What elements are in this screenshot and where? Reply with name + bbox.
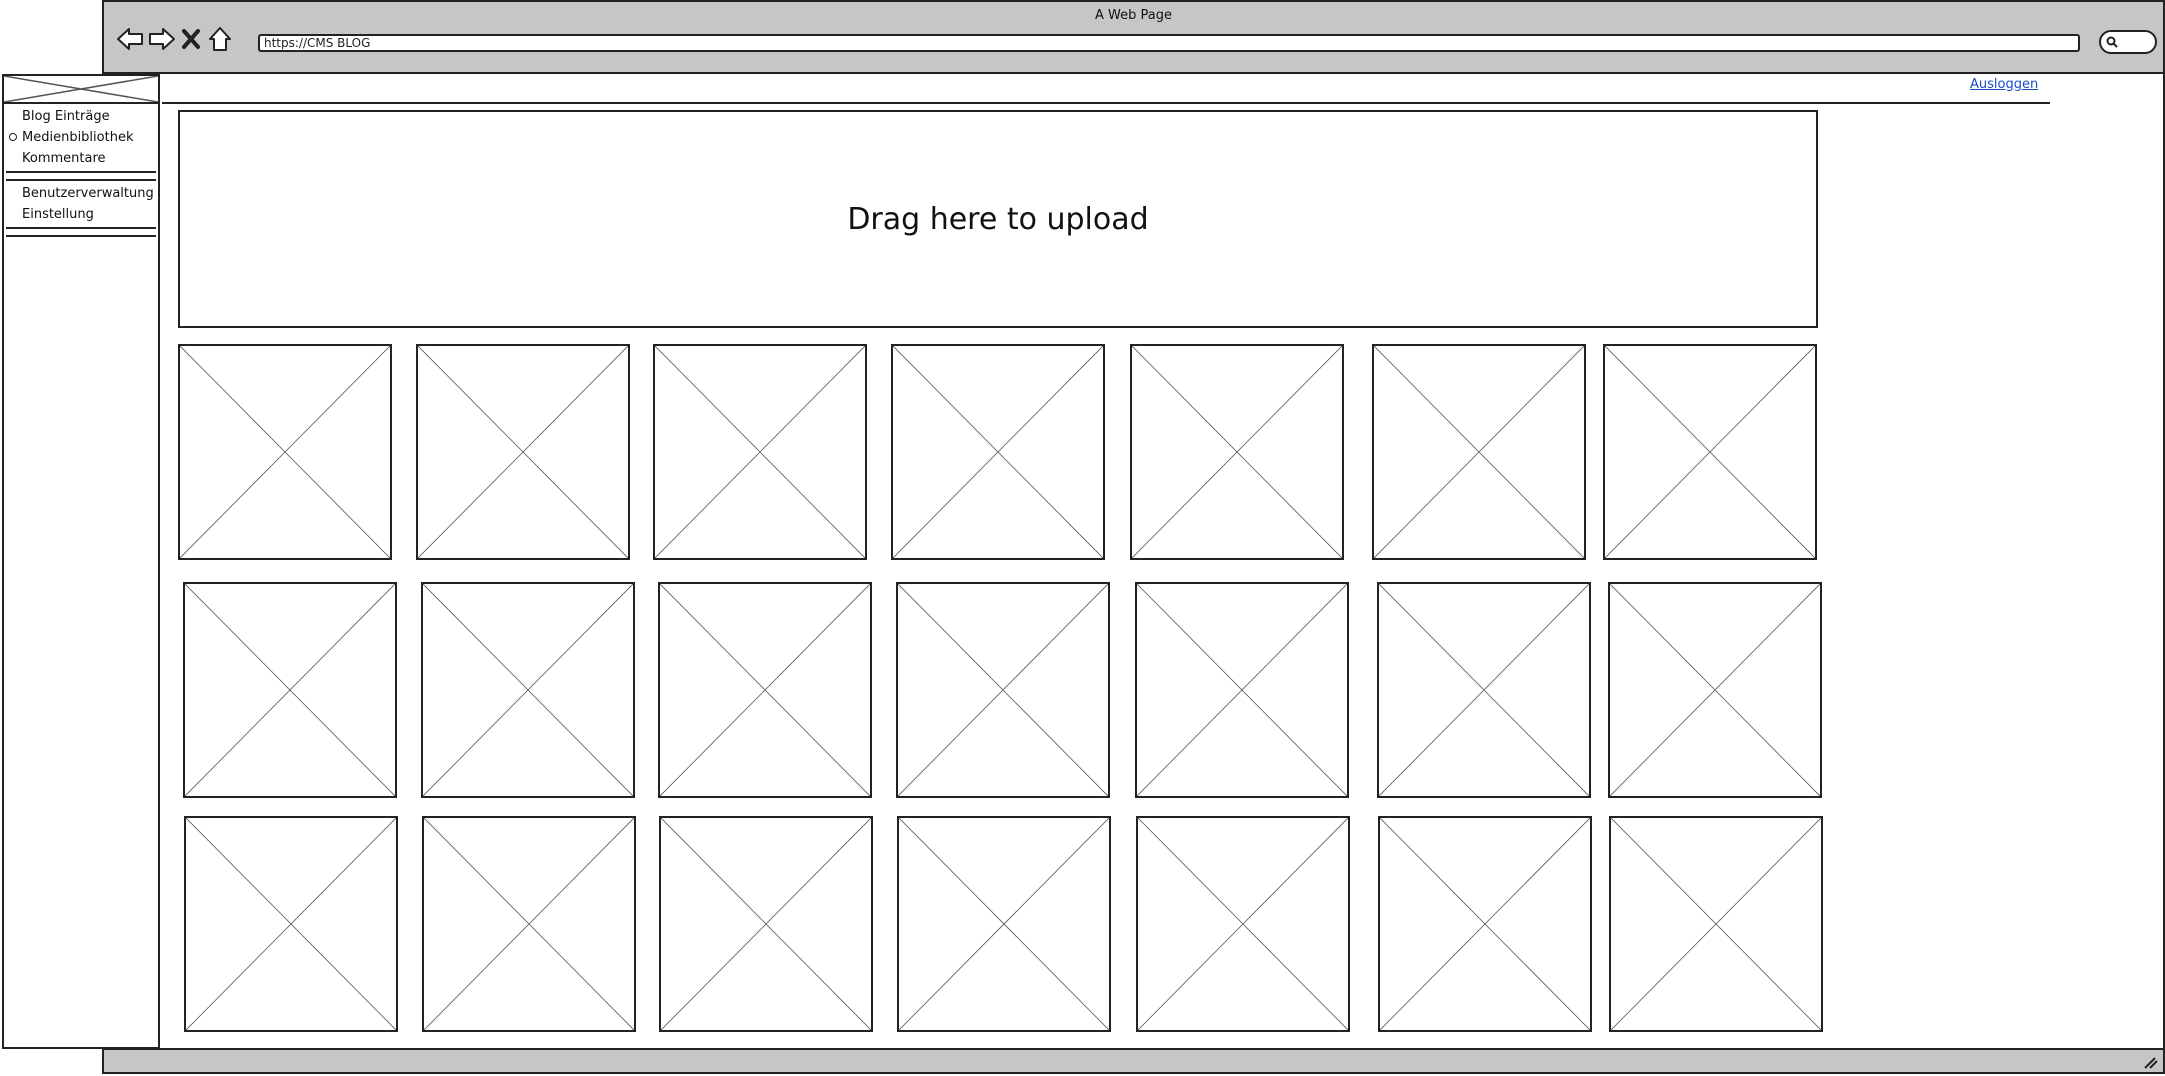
upload-dropzone[interactable]: Drag here to upload [178,110,1818,328]
window-title: A Web Page [1095,8,1172,23]
menu-divider [6,171,156,181]
back-button[interactable] [114,24,146,54]
logo-placeholder [3,75,159,104]
sidebar-menu: Blog Einträge Medienbibliothek Kommentar… [4,106,158,239]
search-icon [2106,36,2118,48]
image-placeholder-icon [893,346,1103,558]
image-placeholder-icon [418,346,628,558]
media-thumbnail[interactable] [658,582,872,798]
image-placeholder-icon [1138,818,1348,1030]
image-placeholder-icon [1605,346,1815,558]
image-placeholder-icon [898,584,1108,796]
logout-link[interactable]: Ausloggen [1970,77,2038,92]
media-thumbnail[interactable] [653,344,867,560]
media-thumbnail[interactable] [1608,582,1822,798]
media-thumbnail[interactable] [416,344,630,560]
address-bar[interactable]: https://CMS BLOG [258,34,2080,52]
stop-button[interactable] [178,24,204,54]
image-placeholder-icon [660,584,870,796]
forward-button[interactable] [146,24,178,54]
media-thumbnail[interactable] [1609,816,1823,1032]
image-placeholder-icon [1137,584,1347,796]
arrow-left-icon [117,28,143,50]
url-text: https://CMS BLOG [264,36,371,50]
media-thumbnail[interactable] [421,582,635,798]
media-thumbnail[interactable] [183,582,397,798]
image-placeholder-icon [1611,818,1821,1030]
menu-divider [6,227,156,237]
media-thumbnail[interactable] [1603,344,1817,560]
image-placeholder-icon [899,818,1109,1030]
image-placeholder-icon [3,75,159,103]
media-thumbnail[interactable] [659,816,873,1032]
selected-radio-icon [9,133,17,141]
image-placeholder-icon [1380,818,1590,1030]
sidebar-item-kommentare[interactable]: Kommentare [4,148,158,169]
image-placeholder-icon [661,818,871,1030]
image-placeholder-icon [186,818,396,1030]
sidebar-item-benutzerverwaltung[interactable]: Benutzerverwaltung [4,183,158,204]
image-placeholder-icon [424,818,634,1030]
media-thumbnail[interactable] [1378,816,1592,1032]
sidebar: Blog Einträge Medienbibliothek Kommentar… [2,74,160,1049]
image-placeholder-icon [1374,346,1584,558]
sidebar-item-label: Blog Einträge [22,109,110,124]
image-placeholder-icon [180,346,390,558]
media-thumbnail[interactable] [1372,344,1586,560]
resize-grip-icon[interactable] [2143,1056,2159,1070]
image-placeholder-icon [1132,346,1342,558]
sidebar-item-label: Einstellung [22,207,94,222]
media-thumbnail[interactable] [1135,582,1349,798]
media-thumbnail[interactable] [178,344,392,560]
media-thumbnail[interactable] [422,816,636,1032]
upload-label: Drag here to upload [847,201,1149,237]
media-thumbnail[interactable] [897,816,1111,1032]
media-thumbnail[interactable] [1130,344,1344,560]
sidebar-item-blog-eintraege[interactable]: Blog Einträge [4,106,158,127]
media-thumbnail[interactable] [1136,816,1350,1032]
image-placeholder-icon [1379,584,1589,796]
home-button[interactable] [204,24,236,54]
close-icon [182,29,200,49]
browser-search-field[interactable] [2099,30,2157,54]
media-thumbnail[interactable] [184,816,398,1032]
sidebar-item-label: Benutzerverwaltung [22,186,154,201]
image-placeholder-icon [655,346,865,558]
media-thumbnail[interactable] [891,344,1105,560]
sidebar-item-label: Medienbibliothek [22,130,134,145]
image-placeholder-icon [1610,584,1820,796]
sidebar-item-medienbibliothek[interactable]: Medienbibliothek [4,127,158,148]
media-thumbnail[interactable] [1377,582,1591,798]
image-placeholder-icon [423,584,633,796]
image-placeholder-icon [185,584,395,796]
header-divider [162,102,2050,104]
arrow-right-icon [149,28,175,50]
sidebar-item-einstellung[interactable]: Einstellung [4,204,158,225]
media-thumbnail[interactable] [896,582,1110,798]
home-icon [209,27,231,51]
sidebar-item-label: Kommentare [22,151,106,166]
